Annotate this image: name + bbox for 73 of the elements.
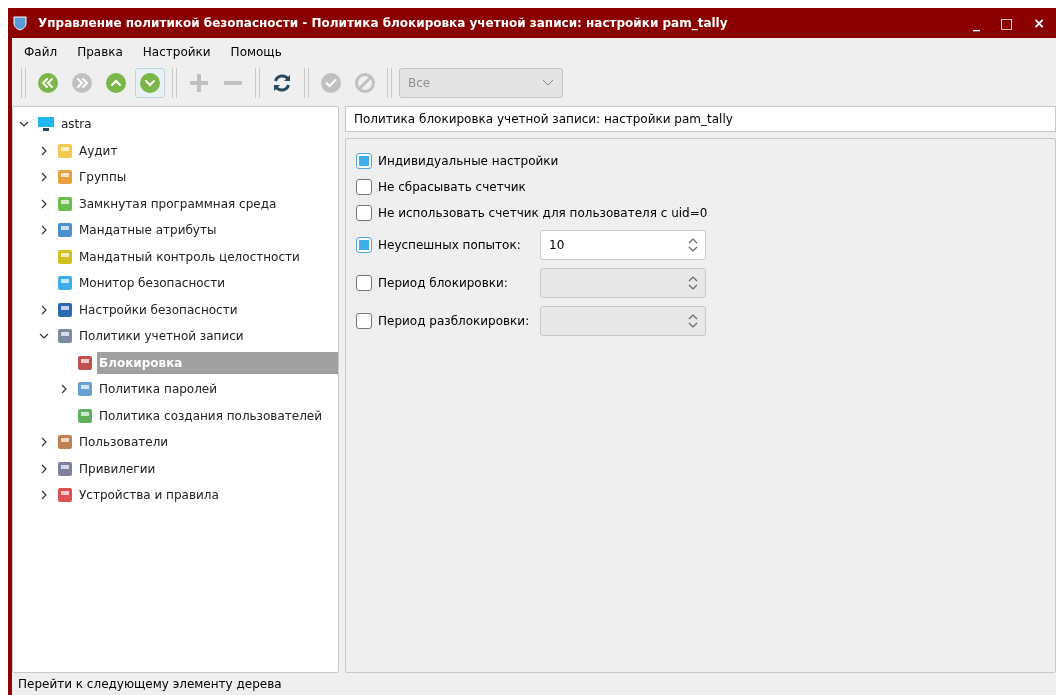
square-icon [57, 248, 73, 265]
checkbox[interactable] [356, 205, 372, 221]
tree-item[interactable]: Замкнутая программная среда [77, 192, 338, 215]
tree-item[interactable]: Политики учетной записи [77, 325, 338, 348]
square-icon [57, 460, 73, 477]
tree-item[interactable]: Группы [77, 166, 338, 189]
field-value: 10 [549, 238, 565, 252]
status-text: Перейти к следующему элементу дерева [17, 676, 283, 693]
square-icon [77, 381, 93, 398]
tree-item[interactable]: Мандатные атрибуты [77, 219, 338, 242]
option-label: Неуспешных попыток: [378, 238, 521, 252]
square-icon [57, 328, 73, 345]
expand-caret-icon[interactable] [39, 490, 49, 501]
option-label: Период разблокировки: [378, 314, 530, 328]
minus-icon [224, 81, 242, 85]
checkbox[interactable] [356, 179, 372, 195]
tree-item[interactable]: Настройки безопасности [77, 298, 338, 321]
menu-item[interactable]: Правка [69, 42, 131, 62]
square-icon [57, 195, 73, 212]
expand-caret-icon[interactable] [59, 384, 69, 395]
expand-caret-icon[interactable] [39, 225, 49, 236]
option-label: Не использовать счетчик для пользователя с uid=0 [378, 206, 708, 220]
menu-item[interactable]: Настройки [134, 42, 219, 62]
expand-caret-icon[interactable] [39, 463, 49, 474]
panel-title: Политика блокировка учетной записи: настройки pam_tally [345, 106, 1056, 132]
option-label: Период блокировки: [378, 276, 508, 290]
double-right-icon [71, 72, 93, 94]
expand-caret-icon[interactable] [39, 172, 49, 183]
tree-item[interactable]: Аудит [77, 139, 338, 162]
expand-caret-icon[interactable] [39, 145, 49, 156]
spin-arrows-icon[interactable] [687, 236, 699, 254]
checkbox[interactable] [356, 237, 372, 253]
square-icon [77, 354, 93, 371]
tree-item[interactable]: astra [59, 113, 338, 136]
expand-caret-icon[interactable] [39, 437, 49, 448]
double-left-icon [37, 72, 59, 94]
checkbox[interactable] [356, 153, 372, 169]
square-icon [57, 487, 73, 504]
expand-caret-icon[interactable] [39, 304, 49, 315]
square-icon [57, 434, 73, 451]
square-icon [57, 301, 73, 318]
tree-item[interactable]: Устройства и правила [77, 484, 338, 507]
dropdown-value: Все [408, 76, 431, 90]
tree-item[interactable]: Мандатный контроль целостности [77, 245, 338, 268]
spin-field[interactable]: 10 [540, 230, 706, 260]
square-icon [57, 169, 73, 186]
option-label: Не сбрасывать счетчик [378, 180, 526, 194]
window-control-button[interactable]: × [1028, 15, 1050, 31]
down-icon [139, 72, 161, 94]
expand-caret-icon[interactable] [39, 198, 49, 209]
check-icon [320, 72, 342, 94]
window-control-button[interactable]: □ [995, 15, 1019, 31]
square-icon [77, 407, 93, 424]
menu-item[interactable]: Помощь [222, 42, 290, 62]
window-control-button[interactable]: _ [968, 15, 986, 31]
tree-item[interactable]: Политика паролей [97, 378, 338, 401]
caret-icon [542, 79, 554, 87]
option-label: Индивидуальные настройки [378, 154, 559, 168]
square-icon [57, 275, 73, 292]
shield-icon [12, 15, 28, 31]
forbidden-icon [354, 72, 376, 94]
tree-item[interactable]: Привилегии [77, 457, 338, 480]
plus-icon [188, 72, 210, 94]
square-icon [57, 142, 73, 159]
square-icon [57, 222, 73, 239]
monitor-icon [37, 116, 55, 133]
window-title: Управление политикой безопасности - Политика блокировка учетной записи: настройки pam_tally [38, 16, 729, 30]
menu-item[interactable]: Файл [16, 42, 66, 62]
tree-item[interactable]: Монитор безопасности [77, 272, 338, 295]
up-icon [105, 72, 127, 94]
refresh-icon [271, 72, 293, 94]
tree-item[interactable]: Пользователи [77, 431, 338, 454]
tree-item[interactable]: Политика создания пользователей [97, 404, 338, 427]
